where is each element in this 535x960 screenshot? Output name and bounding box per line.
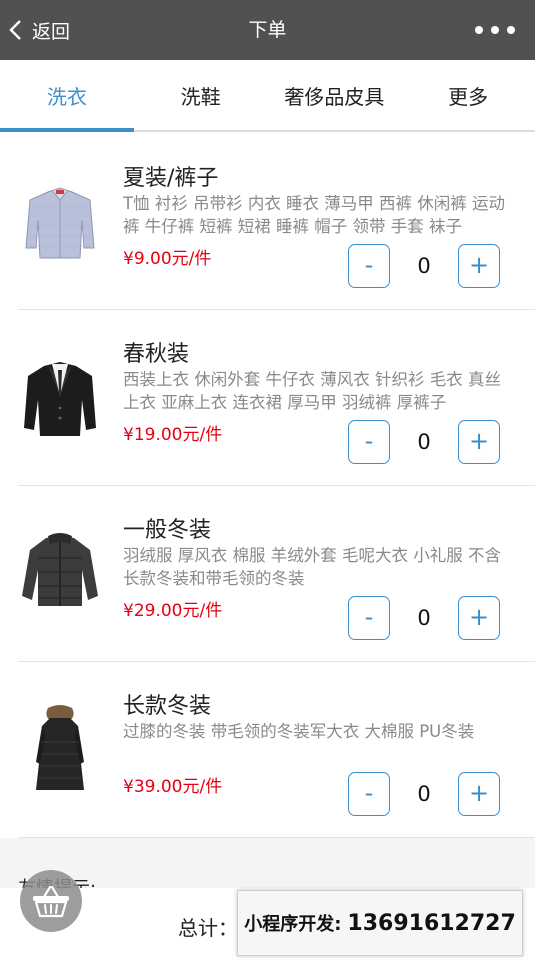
item-description: T恤 衬衫 吊带衫 内衣 睡衣 薄马甲 西裤 休闲裤 运动裤 牛仔裤 短裤 短裙… (123, 194, 506, 236)
increment-button[interactable]: + (458, 596, 500, 640)
long-coat-image (36, 705, 84, 790)
increment-button[interactable]: + (458, 420, 500, 464)
item-price: ¥9.00元/件 (123, 249, 212, 269)
navigation-bar: 返回 下单 (0, 0, 535, 60)
item-name: 春秋装 (123, 342, 190, 367)
page-title: 下单 (248, 19, 287, 41)
quantity-stepper: - 0 + (348, 420, 500, 464)
suit-image (24, 362, 96, 436)
quantity-stepper: - 0 + (348, 596, 500, 640)
list-item: 夏装/裤子 T恤 衬衫 吊带衫 内衣 睡衣 薄马甲 西裤 休闲裤 运动裤 牛仔裤… (18, 134, 535, 310)
quantity-stepper: - 0 + (348, 244, 500, 288)
decrement-button[interactable]: - (348, 420, 390, 464)
increment-button[interactable]: + (458, 772, 500, 816)
decrement-button[interactable]: - (348, 244, 390, 288)
decrement-button[interactable]: - (348, 596, 390, 640)
tab-more[interactable]: 更多 (401, 60, 535, 130)
basket-icon (33, 885, 69, 918)
back-label: 返回 (32, 20, 71, 43)
back-button[interactable]: 返回 (8, 0, 70, 60)
list-item: 一般冬装 羽绒服 厚风衣 棉服 羊绒外套 毛呢大衣 小礼服 不含长款冬装和带毛领… (18, 486, 535, 662)
decrement-button[interactable]: - (348, 772, 390, 816)
list-item: 春秋装 西装上衣 休闲外套 牛仔衣 薄风衣 针织衫 毛衣 真丝上衣 亚麻上衣 连… (18, 310, 535, 486)
item-description: 羽绒服 厚风衣 棉服 羊绒外套 毛呢大衣 小礼服 不含长款冬装和带毛领的冬装 (123, 546, 501, 588)
item-name: 长款冬装 (123, 694, 212, 719)
promo-banner: 小程序开发: 13691612727 (237, 890, 523, 956)
item-price: ¥29.00元/件 (123, 601, 223, 621)
quantity-value: 0 (417, 782, 431, 806)
total-label: 总计： (178, 916, 238, 940)
item-name: 一般冬装 (123, 518, 212, 543)
list-item: 长款冬装 过膝的冬装 带毛领的冬装军大衣 大棉服 PU冬装 ¥39.00元/件 … (18, 662, 535, 838)
quantity-value: 0 (417, 606, 431, 630)
item-description: 西装上衣 休闲外套 牛仔衣 薄风衣 针织衫 毛衣 真丝上衣 亚麻上衣 连衣裙 厚… (123, 370, 501, 412)
more-dots-icon[interactable] (475, 0, 515, 60)
item-name: 夏装/裤子 (123, 166, 219, 191)
item-price: ¥39.00元/件 (123, 777, 223, 797)
basket-button[interactable] (20, 870, 82, 932)
chevron-left-icon (9, 20, 21, 40)
item-price: ¥19.00元/件 (123, 425, 223, 445)
quantity-value: 0 (417, 430, 431, 454)
promo-label: 小程序开发: (244, 914, 342, 935)
shirt-image (25, 187, 95, 259)
quantity-stepper: - 0 + (348, 772, 500, 816)
down-jacket-image (22, 533, 98, 606)
item-description: 过膝的冬装 带毛领的冬装军大衣 大棉服 PU冬装 (123, 722, 475, 741)
promo-phone: 13691612727 (347, 910, 516, 936)
quantity-value: 0 (417, 254, 431, 278)
tab-luxury-leather[interactable]: 奢侈品皮具 (268, 60, 402, 130)
increment-button[interactable]: + (458, 244, 500, 288)
tab-wash-shoes[interactable]: 洗鞋 (134, 60, 268, 130)
tab-wash-clothes[interactable]: 洗衣 (0, 60, 134, 132)
category-tabs: 洗衣 洗鞋 奢侈品皮具 更多 (0, 60, 535, 132)
item-list: 夏装/裤子 T恤 衬衫 吊带衫 内衣 睡衣 薄马甲 西裤 休闲裤 运动裤 牛仔裤… (0, 134, 535, 838)
